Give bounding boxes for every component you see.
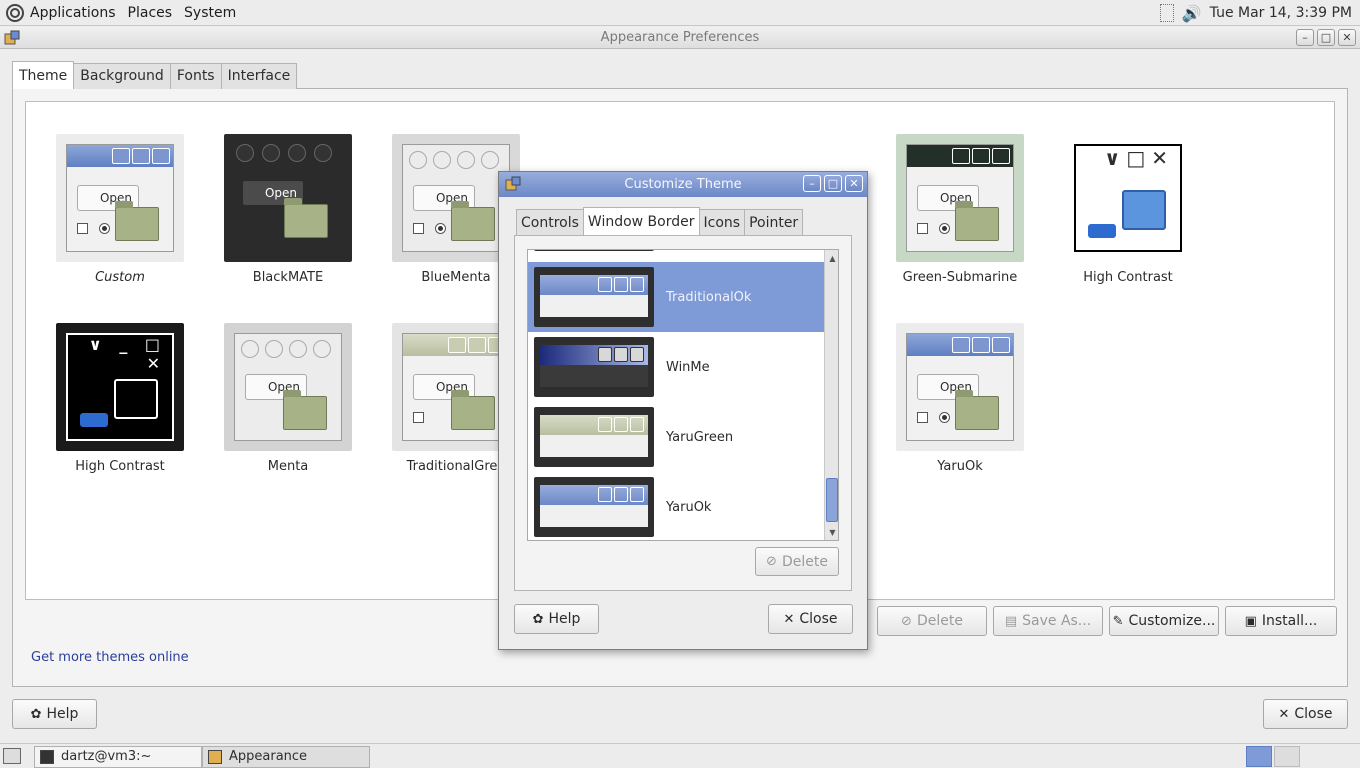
install-button[interactable]: ▣ Install...	[1225, 606, 1337, 636]
theme-preview: ∨ _ □ ✕	[56, 323, 184, 451]
theme-label: BlackMATE	[252, 270, 324, 285]
tab-pointer[interactable]: Pointer	[744, 209, 804, 235]
appearance-app-icon	[505, 176, 521, 191]
dialog-tabs: Controls Window Border Icons Pointer	[516, 207, 804, 235]
border-label: WinMe	[666, 359, 710, 375]
theme-preview: Open	[224, 323, 352, 451]
terminal-icon	[40, 750, 54, 764]
dialog-close-window-button[interactable]: ✕	[845, 175, 863, 192]
show-desktop-icon[interactable]	[3, 748, 21, 764]
list-item[interactable]: YaruOk	[528, 472, 824, 540]
workspace-1[interactable]	[1246, 746, 1272, 767]
scroll-up-icon[interactable]: ▲	[825, 252, 838, 266]
tab-background[interactable]: Background	[73, 63, 171, 89]
theme-label: YaruOk	[937, 459, 983, 474]
border-label: YaruOk	[666, 499, 712, 515]
dialog-maximize-button[interactable]: □	[824, 175, 842, 192]
workspace-2[interactable]	[1274, 746, 1300, 767]
scroll-down-icon[interactable]: ▼	[825, 526, 838, 540]
close-button[interactable]: ✕ Close	[1263, 699, 1348, 729]
tab-controls[interactable]: Controls	[516, 209, 584, 235]
save-icon: ▤	[1004, 613, 1018, 629]
delete-icon: ⊘	[901, 613, 912, 629]
dialog-title: Customize Theme	[624, 177, 742, 192]
window-border-list[interactable]: TraditionalOk WinMe YaruGreen YaruOk ▲ ▼	[527, 249, 839, 541]
theme-preview: Open	[56, 134, 184, 262]
window-titlebar[interactable]: Appearance Preferences – □ ✕	[0, 27, 1360, 49]
task-terminal[interactable]: dartz@vm3:~	[34, 746, 202, 768]
theme-item[interactable]: Open Custom	[50, 134, 190, 285]
theme-preview: Open	[896, 134, 1024, 262]
tab-icons[interactable]: Icons	[698, 209, 746, 235]
border-preview	[534, 267, 654, 327]
list-item[interactable]: TraditionalOk	[528, 262, 824, 332]
applications-menu[interactable]: Applications	[24, 5, 122, 21]
bottom-panel: dartz@vm3:~ Appearance Prefere...	[0, 743, 1360, 768]
border-preview	[534, 407, 654, 467]
close-icon: ✕	[1278, 706, 1290, 722]
theme-item[interactable]: ∨ _ □ ✕ High Contrast	[50, 323, 190, 474]
help-button[interactable]: ✿ Help	[12, 699, 97, 729]
install-icon: ▣	[1244, 613, 1257, 629]
theme-label: High Contrast	[75, 459, 165, 474]
tab-fonts[interactable]: Fonts	[169, 63, 222, 89]
border-label: TraditionalOk	[666, 289, 752, 305]
theme-item[interactable]: ∨□✕ High Contrast	[1058, 134, 1198, 285]
main-tabs: Theme Background Fonts Interface	[12, 61, 298, 89]
theme-item[interactable]: Open BlackMATE	[218, 134, 358, 285]
theme-item[interactable]: Open YaruOk	[890, 323, 1030, 474]
system-menu[interactable]: System	[178, 5, 242, 21]
dialog-titlebar[interactable]: Customize Theme – □ ✕	[499, 172, 867, 197]
save-as-button[interactable]: ▤ Save As...	[993, 606, 1103, 636]
window-title: Appearance Preferences	[600, 30, 760, 45]
appearance-app-icon	[4, 30, 20, 45]
help-icon: ✿	[30, 706, 42, 722]
task-appearance[interactable]: Appearance Prefere...	[202, 746, 370, 768]
appearance-app-icon	[208, 750, 222, 764]
theme-item[interactable]: Open Menta	[218, 323, 358, 474]
theme-item[interactable]: Open Green-Submarine	[890, 134, 1030, 285]
list-item[interactable]: YaruGreen	[528, 402, 824, 472]
delete-icon: ⊘	[766, 554, 777, 569]
clock[interactable]: Tue Mar 14, 3:39 PM	[1210, 5, 1352, 21]
delete-theme-button[interactable]: ⊘ Delete	[877, 606, 987, 636]
close-icon: ✕	[783, 611, 795, 627]
theme-preview: Open	[896, 323, 1024, 451]
tab-interface[interactable]: Interface	[220, 63, 298, 89]
dialog-minimize-button[interactable]: –	[803, 175, 821, 192]
theme-label: Menta	[267, 459, 309, 474]
border-preview	[534, 477, 654, 537]
theme-preview: Open	[224, 134, 352, 262]
scroll-thumb[interactable]	[826, 478, 838, 522]
theme-preview: ∨□✕	[1064, 134, 1192, 262]
tab-theme[interactable]: Theme	[12, 61, 75, 89]
theme-label: Custom	[95, 270, 145, 285]
network-icon[interactable]	[1159, 4, 1174, 22]
close-window-button[interactable]: ✕	[1338, 29, 1356, 46]
mate-logo-icon[interactable]	[6, 3, 24, 22]
tab-window-border[interactable]: Window Border	[582, 207, 700, 235]
minimize-button[interactable]: –	[1296, 29, 1314, 46]
get-more-themes-link[interactable]: Get more themes online	[31, 650, 189, 665]
dialog-help-button[interactable]: ✿ Help	[514, 604, 599, 634]
border-label: YaruGreen	[666, 429, 734, 445]
places-menu[interactable]: Places	[122, 5, 179, 21]
panel-tray: 🔊 Tue Mar 14, 3:39 PM	[1159, 0, 1352, 26]
list-item[interactable]: WinMe	[528, 332, 824, 402]
maximize-button[interactable]: □	[1317, 29, 1335, 46]
customize-theme-dialog: Customize Theme – □ ✕ Controls Window Bo…	[498, 171, 868, 650]
dialog-delete-button[interactable]: ⊘ Delete	[755, 547, 839, 576]
theme-label: High Contrast	[1083, 270, 1173, 285]
dialog-close-button[interactable]: ✕ Close	[768, 604, 853, 634]
list-scrollbar[interactable]: ▲ ▼	[824, 250, 838, 540]
volume-icon[interactable]: 🔊	[1182, 4, 1202, 23]
edit-icon: ✎	[1112, 613, 1124, 629]
border-preview	[534, 337, 654, 397]
customize-button[interactable]: ✎ Customize...	[1109, 606, 1219, 636]
theme-label: Green-Submarine	[902, 270, 1018, 285]
list-item[interactable]	[528, 250, 824, 256]
help-icon: ✿	[532, 611, 544, 627]
top-panel: Applications Places System 🔊 Tue Mar 14,…	[0, 0, 1360, 26]
